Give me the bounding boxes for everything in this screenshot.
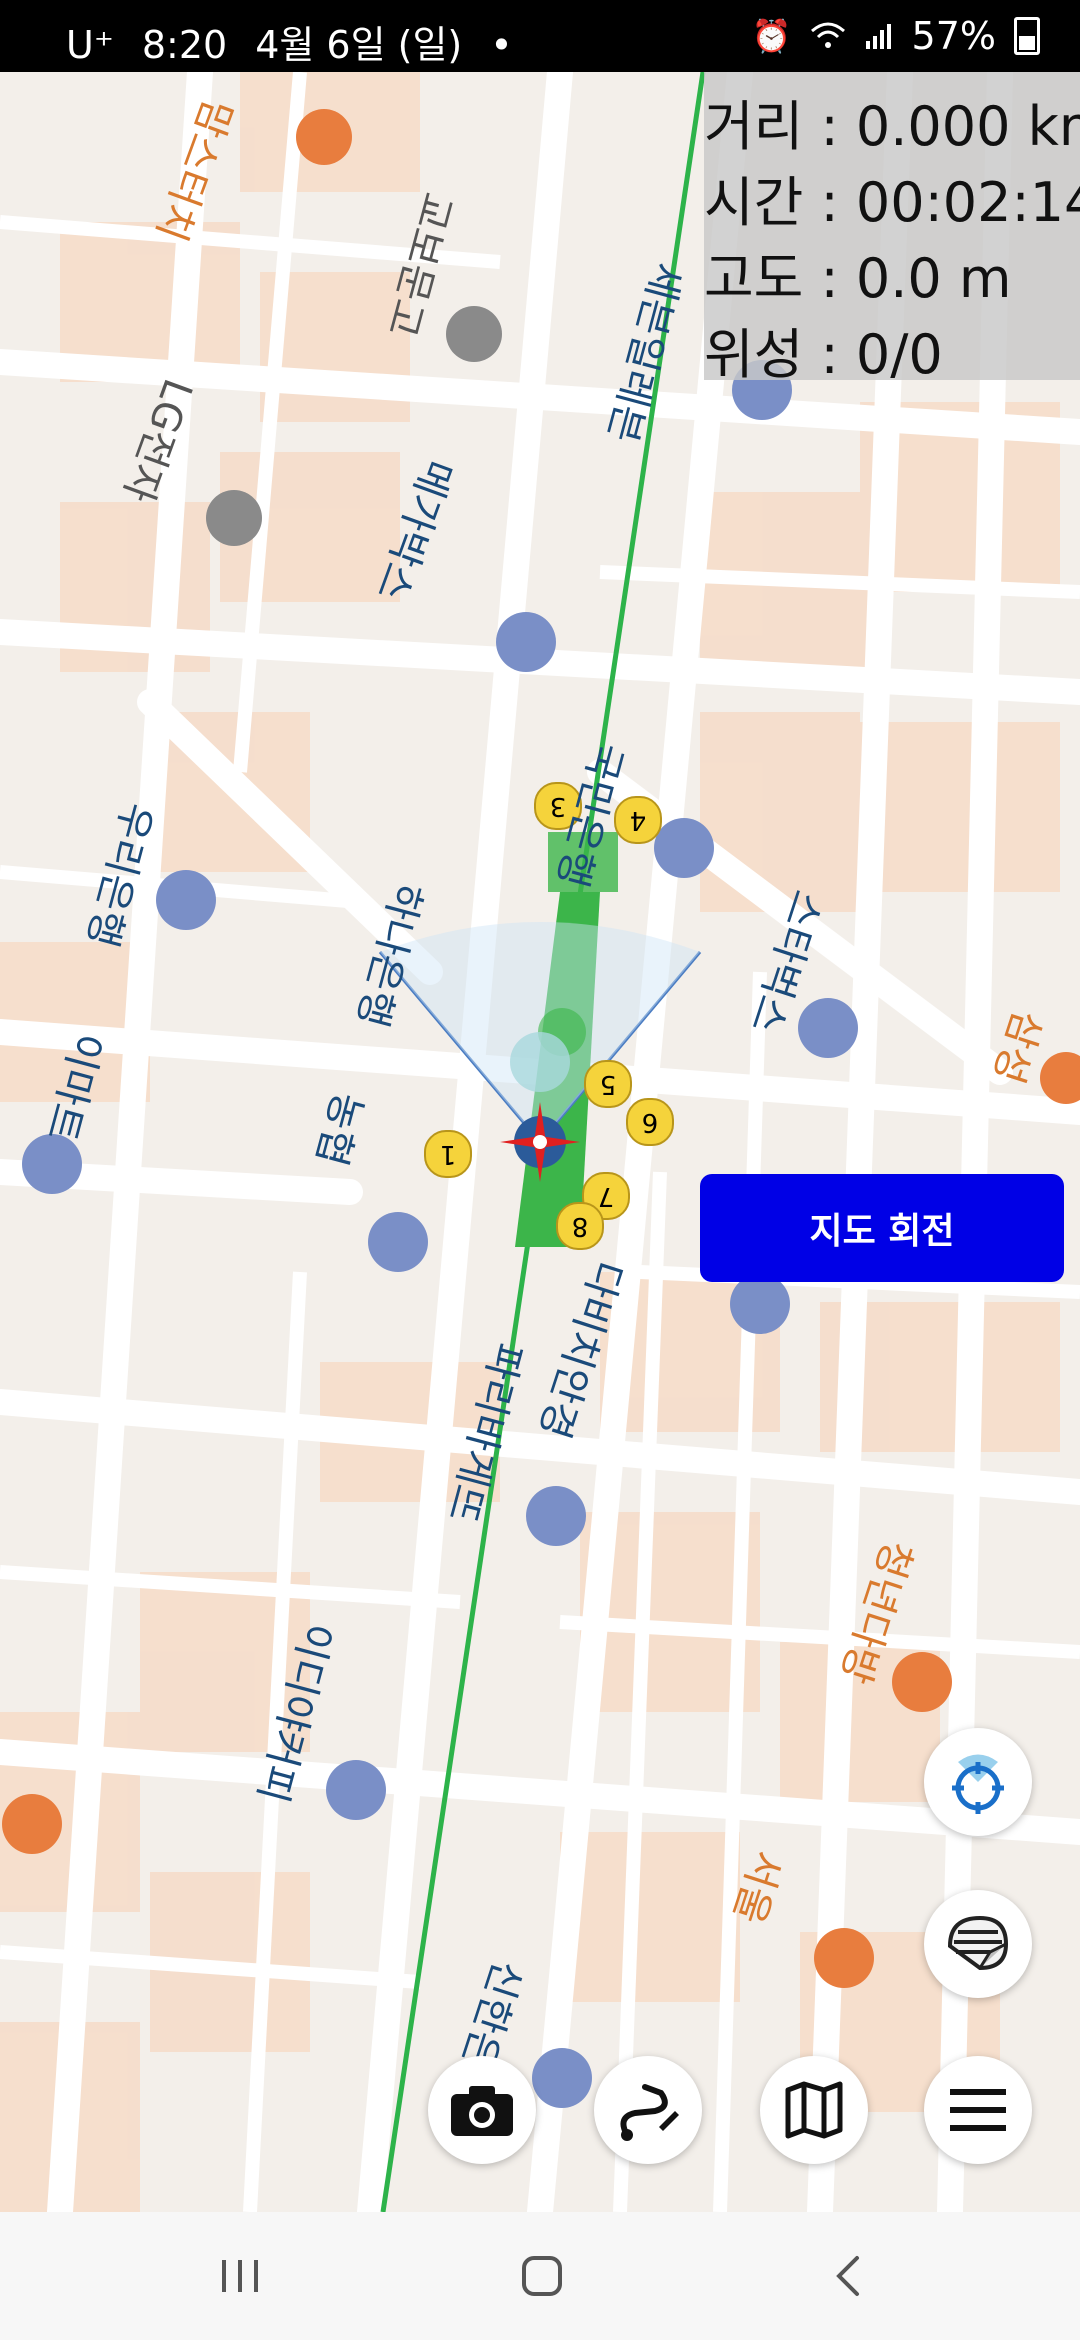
carrier-label: U⁺ (66, 23, 114, 67)
recent-apps-button[interactable] (210, 2248, 270, 2304)
signal-icon (865, 24, 891, 49)
recent-apps-icon (222, 2260, 258, 2292)
menu-icon (950, 2089, 1006, 2131)
map-view[interactable]: 3 4 5 6 7 8 1 맘스터치 교보문고 LG전자 메가박스 세븐일레븐 … (0, 72, 1080, 2212)
time-readout: 시간 : 00:02:14 (704, 171, 1080, 234)
status-dot: • (490, 23, 513, 67)
location-target-icon (952, 1754, 1004, 1814)
map-icon (785, 2081, 843, 2139)
wifi-icon (810, 22, 845, 48)
exit-marker-1: 1 (424, 1130, 472, 1178)
battery-percent: 57% (911, 14, 996, 58)
rotate-map-button[interactable]: 지도 회전 (700, 1174, 1064, 1282)
satellite-readout: 위성 : 0/0 (704, 323, 943, 386)
my-location-button[interactable] (924, 1728, 1032, 1836)
exit-marker-6: 6 (626, 1098, 674, 1146)
distance-readout: 거리 : 0.000 km (704, 95, 1080, 158)
camera-button[interactable] (428, 2056, 536, 2164)
status-date: 4월 6일 (일) (255, 23, 463, 67)
layers-button[interactable] (924, 1890, 1032, 1998)
system-nav-bar (0, 2212, 1080, 2340)
exit-marker-5: 5 (584, 1060, 632, 1108)
menu-button[interactable] (924, 2056, 1032, 2164)
battery-icon (1014, 17, 1040, 55)
tracking-info-panel: 거리 : 0.000 km 시간 : 00:02:14 고도 : 0.0 m 위… (704, 72, 1080, 386)
route-edit-button[interactable] (594, 2056, 702, 2164)
camera-icon (451, 2086, 513, 2136)
exit-marker-8: 8 (556, 1202, 604, 1250)
status-bar: U⁺ 8:20 4월 6일 (일) • ⏰ 57% (0, 0, 1080, 72)
home-button[interactable] (512, 2248, 572, 2304)
route-edit-icon (620, 2084, 679, 2141)
status-time: 8:20 (141, 23, 228, 67)
altitude-readout: 고도 : 0.0 m (704, 247, 1012, 310)
layers-icon (947, 1915, 1009, 1971)
back-icon (836, 2256, 859, 2296)
home-icon (522, 2256, 562, 2296)
map-type-button[interactable] (760, 2056, 868, 2164)
alarm-icon: ⏰ (751, 17, 792, 55)
back-button[interactable] (818, 2248, 878, 2304)
